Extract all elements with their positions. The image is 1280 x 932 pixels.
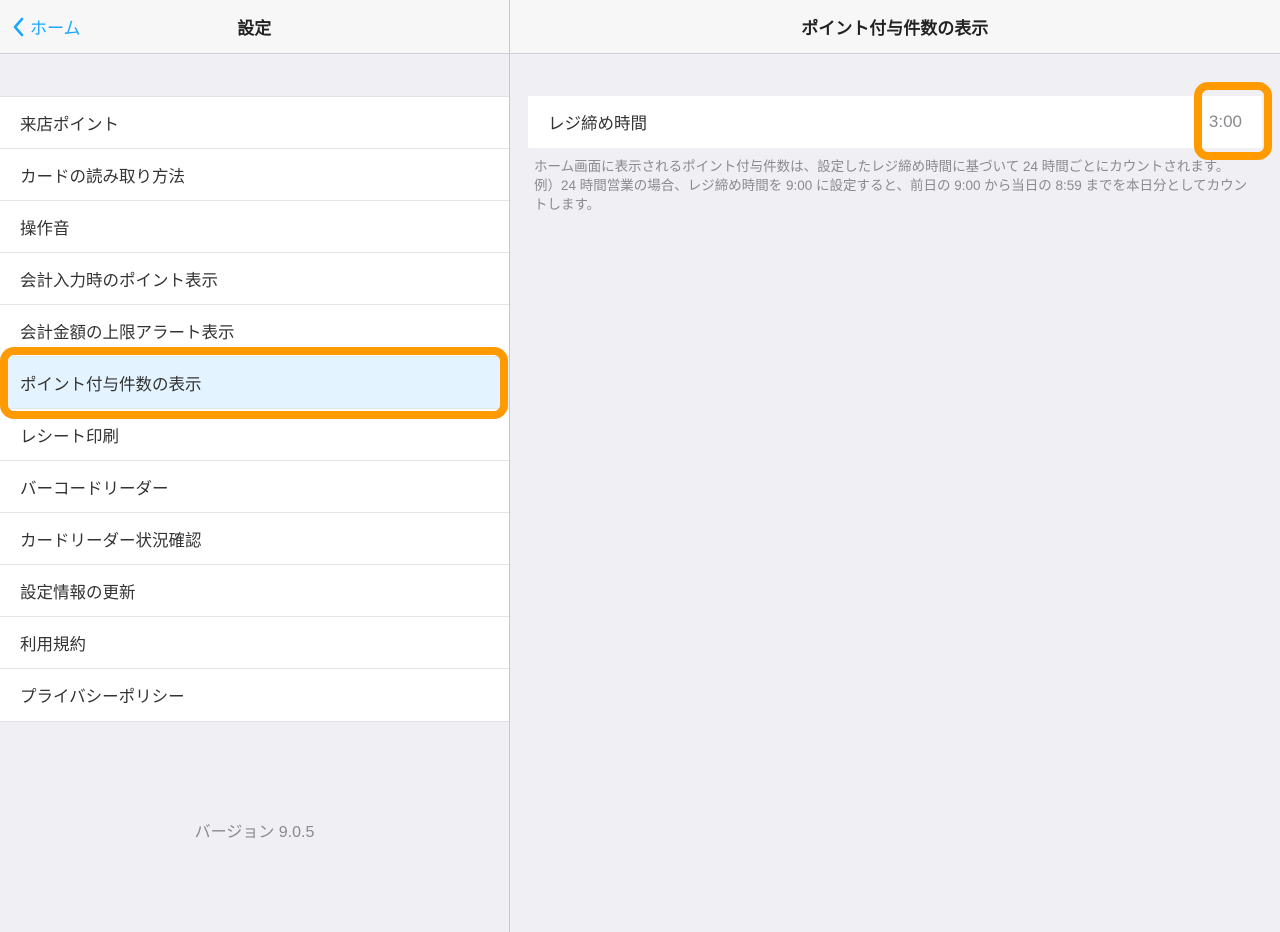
- sidebar-nav: ホーム 設定: [0, 0, 509, 54]
- sidebar-item-label: 設定情報の更新: [20, 579, 489, 603]
- detail-panel: ポイント付与件数の表示 レジ締め時間 3:00 ホーム画面に表示されるポイント付…: [510, 0, 1280, 932]
- sidebar-item-sound[interactable]: 操作音: [0, 201, 509, 253]
- sidebar-item-label: ポイント付与件数の表示: [20, 371, 489, 395]
- sidebar-item-wrapper: ポイント付与件数の表示: [0, 357, 509, 409]
- closing-time-label: レジ締め時間: [548, 110, 1209, 134]
- sidebar-item-privacy[interactable]: プライバシーポリシー: [0, 669, 509, 721]
- sidebar-item-label: 利用規約: [20, 631, 489, 655]
- sidebar-item-visit-points[interactable]: 来店ポイント: [0, 97, 509, 149]
- version-label: バージョン 9.0.5: [0, 722, 509, 842]
- panel-title: ポイント付与件数の表示: [510, 14, 1280, 39]
- back-button[interactable]: ホーム: [0, 14, 81, 39]
- closing-time-value: 3:00: [1209, 112, 1242, 132]
- sidebar-item-amount-alert[interactable]: 会計金額の上限アラート表示: [0, 305, 509, 357]
- sidebar-item-point-display[interactable]: 会計入力時のポイント表示: [0, 253, 509, 305]
- back-label: ホーム: [30, 14, 81, 39]
- sidebar-item-receipt-print[interactable]: レシート印刷: [0, 409, 509, 461]
- sidebar-item-card-reader-status[interactable]: カードリーダー状況確認: [0, 513, 509, 565]
- sidebar-item-label: カードリーダー状況確認: [20, 527, 489, 551]
- sidebar-item-label: カードの読み取り方法: [20, 163, 489, 187]
- panel-body: レジ締め時間 3:00 ホーム画面に表示されるポイント付与件数は、設定したレジ締…: [510, 54, 1280, 215]
- sidebar-item-label: 会計入力時のポイント表示: [20, 267, 489, 291]
- sidebar-item-label: プライバシーポリシー: [20, 683, 489, 707]
- sidebar-item-label: バーコードリーダー: [20, 475, 489, 499]
- setting-wrapper: レジ締め時間 3:00: [528, 96, 1262, 148]
- sidebar-item-terms[interactable]: 利用規約: [0, 617, 509, 669]
- sidebar-scroll[interactable]: 来店ポイント カードの読み取り方法 操作音 会計入力時のポイント表示 会計金額の…: [0, 54, 509, 932]
- chevron-left-icon: [12, 17, 24, 37]
- footnote: ホーム画面に表示されるポイント付与件数は、設定したレジ締め時間に基づいて 24 …: [528, 148, 1262, 215]
- sidebar-item-label: 会計金額の上限アラート表示: [20, 319, 489, 343]
- sidebar-item-point-count-display[interactable]: ポイント付与件数の表示: [0, 357, 509, 409]
- sidebar-item-label: レシート印刷: [20, 423, 489, 447]
- panel-nav: ポイント付与件数の表示: [510, 0, 1280, 54]
- spacer: [0, 54, 509, 96]
- sidebar-item-label: 来店ポイント: [20, 111, 489, 135]
- footnote-line: 例）24 時間営業の場合、レジ締め時間を 9:00 に設定すると、前日の 9:0…: [534, 177, 1256, 215]
- sidebar-item-card-reading[interactable]: カードの読み取り方法: [0, 149, 509, 201]
- sidebar-item-label: 操作音: [20, 215, 489, 239]
- sidebar-item-barcode-reader[interactable]: バーコードリーダー: [0, 461, 509, 513]
- settings-list: 来店ポイント カードの読み取り方法 操作音 会計入力時のポイント表示 会計金額の…: [0, 96, 509, 722]
- sidebar-item-update-settings[interactable]: 設定情報の更新: [0, 565, 509, 617]
- closing-time-row[interactable]: レジ締め時間 3:00: [528, 96, 1262, 148]
- footnote-line: ホーム画面に表示されるポイント付与件数は、設定したレジ締め時間に基づいて 24 …: [534, 158, 1256, 177]
- sidebar: ホーム 設定 来店ポイント カードの読み取り方法 操作音 会計入力時のポイント表…: [0, 0, 510, 932]
